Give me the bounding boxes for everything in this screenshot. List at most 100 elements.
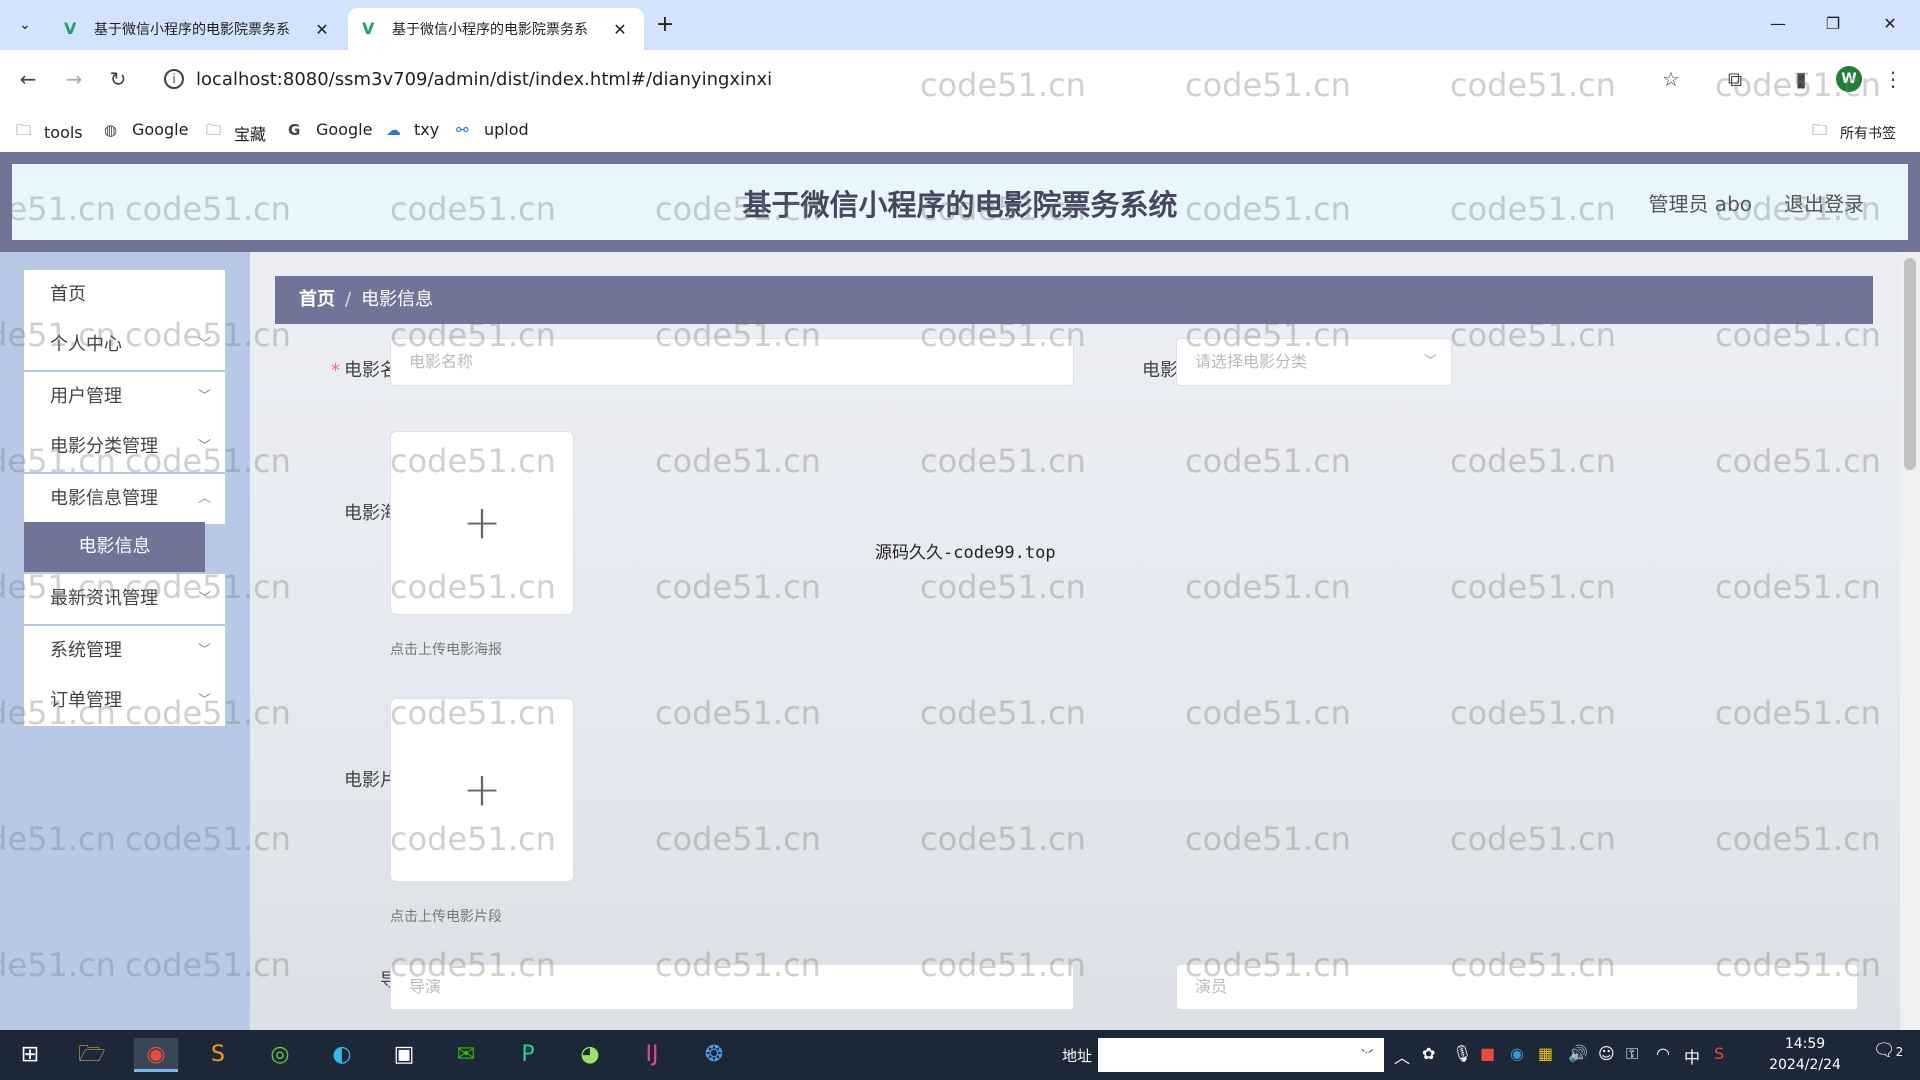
breadcrumb-home[interactable]: 首页: [299, 289, 335, 310]
terminal-icon[interactable]: ▣: [382, 1038, 426, 1072]
bookmark-tools[interactable]: 🗀 tools: [16, 120, 83, 145]
sidebar-item-label: 首页: [50, 284, 86, 305]
chevron-down-icon: ﹀: [197, 693, 211, 708]
tray-expand-icon[interactable]: ︿: [1394, 1044, 1410, 1068]
tray-browser-icon[interactable]: ◉: [1510, 1044, 1524, 1063]
edge-icon[interactable]: ◐: [320, 1038, 364, 1072]
logout-button[interactable]: 退出登录: [1784, 188, 1864, 217]
microphone-icon[interactable]: 🎙: [1452, 1044, 1472, 1063]
actor-input[interactable]: 演员: [1176, 964, 1858, 1010]
taskbar-address-label: 地址: [1062, 1047, 1093, 1065]
movie-category-placeholder: 请选择电影分类: [1195, 352, 1308, 371]
tray-app-icon[interactable]: ✿: [1422, 1044, 1435, 1063]
menu-dots-icon[interactable]: ⋮: [1876, 62, 1910, 96]
minimize-icon[interactable]: —: [1758, 8, 1798, 40]
bookmark-uplod[interactable]: ⚯ uplod: [456, 120, 529, 139]
bookmark-google-2[interactable]: G Google: [288, 120, 372, 139]
sidebar-item-orders[interactable]: 订单管理 ﹀: [24, 676, 225, 726]
sidebar-item-movie-info[interactable]: 电影信息管理 ︿: [24, 474, 225, 524]
sidebar-subitem-movie-info[interactable]: 电影信息: [24, 522, 205, 572]
back-icon[interactable]: ←: [10, 62, 46, 96]
url-text[interactable]: localhost:8080/ssm3v709/admin/dist/index…: [196, 69, 772, 90]
director-input[interactable]: 导演: [390, 964, 1074, 1010]
browser-tab-active[interactable]: V 基于微信小程序的电影院票务系 ✕: [348, 8, 644, 50]
bookmark-treasure[interactable]: 🗀 宝藏: [206, 120, 266, 145]
network-icon[interactable]: ◠: [1656, 1044, 1670, 1063]
sidebar-item-home[interactable]: 首页: [24, 270, 225, 320]
sidebar-item-label: 电影分类管理: [50, 436, 158, 457]
sidebar-item-label: 个人中心: [50, 334, 122, 355]
profile-avatar[interactable]: W: [1836, 66, 1862, 92]
window-close-icon[interactable]: ✕: [1870, 8, 1910, 40]
pycharm-icon[interactable]: P: [506, 1038, 550, 1072]
sidebar-item-label: 最新资讯管理: [50, 588, 158, 609]
link-icon: ⚯: [456, 120, 469, 139]
page-scrollbar[interactable]: [1900, 252, 1920, 1030]
extensions-icon[interactable]: ⧉: [1718, 62, 1752, 96]
sidebar-item-movie-categories[interactable]: 电影分类管理 ﹀: [24, 422, 225, 472]
bookmark-google[interactable]: ◍ Google: [104, 120, 188, 139]
tab-title: 基于微信小程序的电影院票务系: [94, 22, 290, 38]
app-circle-icon[interactable]: ❂: [692, 1038, 736, 1072]
chrome-icon[interactable]: ◉: [134, 1038, 178, 1072]
sidebar-item-label: 订单管理: [50, 690, 122, 711]
breadcrumb-separator: /: [345, 289, 352, 310]
bookmark-txy[interactable]: ☁ txy: [386, 120, 439, 139]
sidebar-item-label: 用户管理: [50, 386, 122, 407]
forward-icon[interactable]: →: [56, 62, 92, 96]
chevron-down-icon: ﹀: [197, 439, 211, 454]
bookmarks-bar: 🗀 tools ◍ Google 🗀 宝藏 G Google ☁ txy ⚯ u…: [0, 110, 1920, 152]
file-explorer-icon[interactable]: 🗁: [70, 1038, 114, 1072]
ime-indicator[interactable]: 中: [1684, 1044, 1700, 1068]
windows-start-icon[interactable]: ⊞: [8, 1038, 52, 1072]
close-icon[interactable]: ✕: [610, 20, 630, 39]
poster-upload-button[interactable]: +: [390, 431, 574, 615]
windows-taskbar: ⊞ 🗁 ◉ S ◎ ◐ ▣ ✉ P ◕ IJ ❂ 地址 ﹀ ↻ ︿ ✿ 🎙 ■ …: [0, 1030, 1920, 1080]
globe-icon: ◍: [104, 120, 118, 139]
reload-icon[interactable]: ↻: [100, 62, 136, 96]
tray-small-icon[interactable]: ⚿: [1626, 1044, 1638, 1064]
wechat-icon[interactable]: ✉: [444, 1038, 488, 1072]
qq-icon[interactable]: ☺: [1598, 1044, 1615, 1063]
taskbar-clock[interactable]: 14:59 2024/2/24: [1760, 1034, 1850, 1076]
movie-category-select[interactable]: 请选择电影分类 ﹀: [1176, 338, 1452, 386]
page-title: 基于微信小程序的电影院票务系统: [742, 188, 1178, 222]
address-bar[interactable]: i localhost:8080/ssm3v709/admin/dist/ind…: [156, 58, 1696, 100]
browser-green-icon[interactable]: ◎: [258, 1038, 302, 1072]
tray-color-app-icon[interactable]: ▦: [1538, 1044, 1553, 1063]
chat-app-icon[interactable]: ◕: [568, 1038, 612, 1072]
chevron-down-icon: ﹀: [1423, 354, 1437, 369]
close-icon[interactable]: ✕: [312, 20, 332, 39]
volume-icon[interactable]: 🔊: [1568, 1044, 1588, 1063]
new-tab-button[interactable]: +: [650, 10, 680, 40]
restore-icon[interactable]: ❐: [1813, 8, 1853, 40]
browser-tab[interactable]: V 基于微信小程序的电影院票务系 ✕: [50, 8, 346, 50]
browser-tab-bar: ⌄ V 基于微信小程序的电影院票务系 ✕ V 基于微信小程序的电影院票务系 ✕ …: [0, 0, 1920, 50]
movie-name-input[interactable]: 电影名称: [390, 338, 1074, 386]
sogou-icon[interactable]: S: [1714, 1044, 1724, 1063]
tab-search-dropdown[interactable]: ⌄: [10, 10, 40, 40]
bookmark-star-icon[interactable]: ☆: [1654, 62, 1688, 96]
sidebar-item-system[interactable]: 系统管理 ﹀: [24, 626, 225, 676]
site-info-icon[interactable]: i: [164, 69, 184, 89]
sublime-icon[interactable]: S: [196, 1038, 240, 1072]
sidebar-item-label: 系统管理: [50, 640, 122, 661]
clip-upload-button[interactable]: +: [390, 698, 574, 882]
sidebar-item-users[interactable]: 用户管理 ﹀: [24, 372, 225, 422]
tray-red-app-icon[interactable]: ■: [1480, 1044, 1495, 1063]
plus-icon: +: [462, 495, 502, 549]
chevron-down-icon: ﹀: [197, 591, 211, 606]
poster-upload-tip: 点击上传电影海报: [390, 642, 502, 658]
notification-center-icon[interactable]: 🗨2: [1870, 1040, 1906, 1070]
scrollbar-thumb[interactable]: [1904, 258, 1916, 470]
sidebar-item-news[interactable]: 最新资讯管理 ﹀: [24, 574, 225, 624]
taskbar-address-input[interactable]: ﹀: [1098, 1038, 1384, 1072]
bookmark-label: 所有书签: [1840, 125, 1896, 142]
taskbar-refresh-icon[interactable]: ↻: [1352, 1038, 1386, 1072]
all-bookmarks[interactable]: 🗀 所有书签: [1812, 120, 1896, 145]
chevron-down-icon: ﹀: [197, 337, 211, 352]
side-panel-icon[interactable]: ▮: [1784, 62, 1818, 96]
plus-icon: +: [462, 762, 502, 816]
intellij-icon[interactable]: IJ: [630, 1038, 674, 1072]
sidebar-item-profile[interactable]: 个人中心 ﹀: [24, 320, 225, 370]
